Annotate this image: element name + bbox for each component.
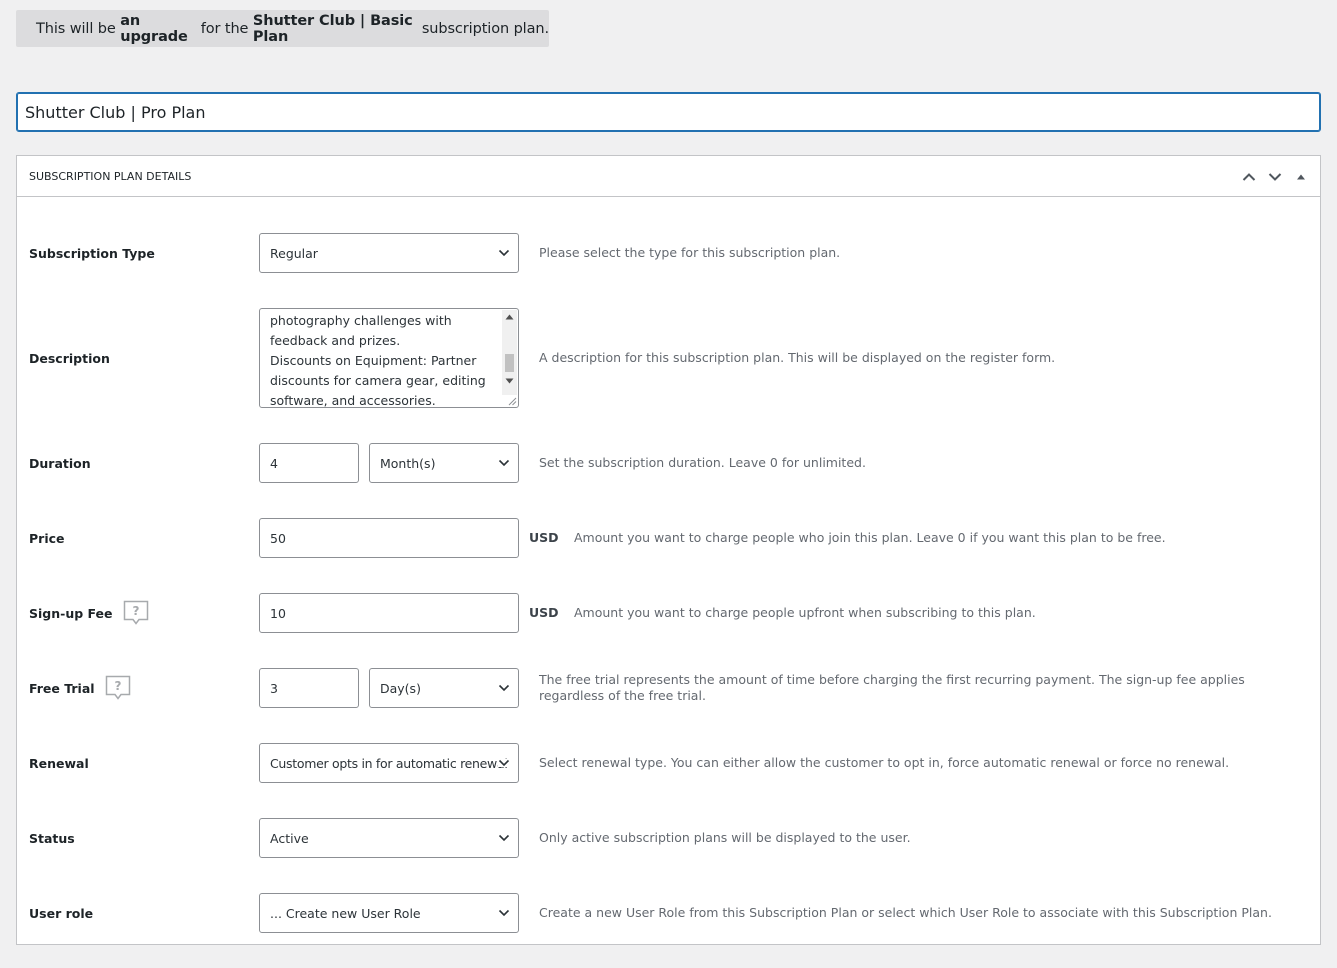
row-user-role: User role ... Create new User Role Creat… [29,893,1308,933]
upgrade-notice: This will be an upgrade for the Shutter … [16,10,549,47]
status-value: Active [270,830,309,846]
user-role-select[interactable]: ... Create new User Role [259,893,519,933]
status-desc: Only active subscription plans will be d… [539,830,911,845]
free-trial-value: 3 [270,680,278,696]
free-trial-unit-value: Day(s) [380,680,421,696]
scroll-down-arrow-icon[interactable] [505,378,514,384]
description-scrollbar[interactable] [502,310,517,395]
row-price: Price 50 USD Amount you want to charge p… [29,518,1308,558]
row-free-trial: Free Trial ? 3 Day(s) The free trial rep… [29,668,1308,708]
chevron-down-icon [498,249,510,257]
metabox-header: SUBSCRIPTION PLAN DETAILS [17,156,1320,197]
subscription-plan-details-metabox: SUBSCRIPTION PLAN DETAILS Subscription T… [16,155,1321,945]
description-desc: A description for this subscription plan… [539,350,1056,365]
subscription-type-desc: Please select the type for this subscrip… [539,245,841,260]
scroll-up-arrow-icon[interactable] [505,314,514,320]
notice-text-1: This will be [36,20,121,37]
plan-title-input[interactable]: Shutter Club | Pro Plan [16,92,1321,132]
plan-title-value: Shutter Club | Pro Plan [25,102,206,122]
description-line: discounts for camera gear, editing [270,373,486,388]
renewal-select[interactable]: Customer opts in for automatic renewal [259,743,519,783]
row-duration: Duration 4 Month(s) Set the subscription… [29,443,1308,483]
renewal-label: Renewal [29,755,89,771]
duration-input[interactable]: 4 [259,443,359,483]
row-status: Status Active Only active subscription p… [29,818,1308,858]
metabox-controls [1236,156,1314,197]
duration-unit-select[interactable]: Month(s) [369,443,519,483]
price-value: 50 [270,530,286,546]
description-line: photography challenges with [270,313,452,328]
description-line: software, and accessories. [270,393,436,408]
move-up-button[interactable] [1236,156,1262,197]
user-role-label: User role [29,905,94,921]
chevron-down-icon [498,834,510,842]
notice-upgrade-strong: an upgrade [120,12,188,45]
move-down-button[interactable] [1262,156,1288,197]
scrollbar-thumb[interactable] [505,354,514,372]
subscription-type-label: Subscription Type [29,245,155,261]
duration-value: 4 [270,455,278,471]
description-text: photography challenges with feedback and… [270,311,502,408]
status-label: Status [29,830,75,846]
chevron-down-icon [1268,172,1282,181]
svg-text:?: ? [114,679,121,693]
signup-fee-label-wrap: Sign-up Fee ? [29,593,149,633]
triangle-up-icon [1297,174,1305,179]
free-trial-input[interactable]: 3 [259,668,359,708]
notice-text-2: for the [196,20,253,37]
notice-text-3: subscription plan. [417,20,549,37]
duration-label: Duration [29,455,91,471]
renewal-desc: Select renewal type. You can either allo… [539,755,1230,770]
price-input[interactable]: 50 [259,518,519,558]
duration-unit-value: Month(s) [380,455,436,471]
description-textarea[interactable]: photography challenges with feedback and… [259,308,519,408]
row-subscription-type: Subscription Type Regular Please select … [29,233,1308,273]
chevron-down-icon [498,759,510,767]
description-line: Discounts on Equipment: Partner [270,353,477,368]
description-label: Description [29,350,110,366]
chevron-down-icon [498,909,510,917]
free-trial-label: Free Trial [29,680,95,696]
help-icon[interactable]: ? [105,675,131,701]
row-signup-fee: Sign-up Fee ? 10 USD Amount you want to … [29,593,1308,633]
free-trial-unit-select[interactable]: Day(s) [369,668,519,708]
chevron-down-icon [498,684,510,692]
signup-fee-label: Sign-up Fee [29,605,113,621]
row-renewal: Renewal Customer opts in for automatic r… [29,743,1308,783]
signup-fee-input[interactable]: 10 [259,593,519,633]
free-trial-label-wrap: Free Trial ? [29,668,131,708]
svg-text:?: ? [132,604,139,618]
resize-grip-icon[interactable] [506,395,517,406]
signup-fee-desc: Amount you want to charge people upfront… [574,605,1036,620]
user-role-value: ... Create new User Role [270,905,421,921]
chevron-up-icon [1242,172,1256,181]
chevron-down-icon [498,459,510,467]
subscription-type-select[interactable]: Regular [259,233,519,273]
price-label: Price [29,530,65,546]
price-desc: Amount you want to charge people who joi… [574,530,1166,545]
description-line: feedback and prizes. [270,333,401,348]
toggle-panel-button[interactable] [1288,156,1314,197]
row-description: Description photography challenges with … [29,308,1308,408]
status-select[interactable]: Active [259,818,519,858]
subscription-type-value: Regular [270,245,318,261]
signup-fee-value: 10 [270,605,286,621]
duration-desc: Set the subscription duration. Leave 0 f… [539,455,866,470]
metabox-title: SUBSCRIPTION PLAN DETAILS [29,169,192,183]
free-trial-desc: The free trial represents the amount of … [539,672,1245,703]
price-currency: USD [529,530,559,545]
notice-plan-strong: Shutter Club | Basic Plan [252,12,413,45]
help-icon[interactable]: ? [123,600,149,626]
user-role-desc: Create a new User Role from this Subscri… [539,905,1272,920]
signup-fee-currency: USD [529,605,559,620]
renewal-value: Customer opts in for automatic renewal [270,755,508,771]
